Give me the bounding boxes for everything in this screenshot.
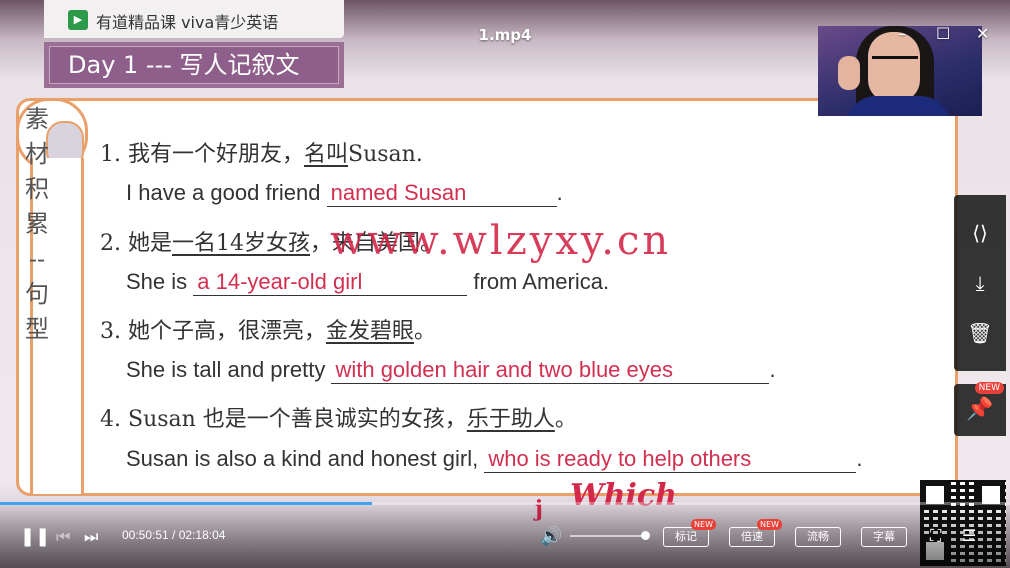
close-icon[interactable]: ✕ <box>976 24 989 43</box>
time-display: 00:50:51 / 02:18:04 <box>122 528 225 542</box>
sentence-text: She is tall and pretty <box>126 357 332 382</box>
previous-icon[interactable]: ⏮ <box>56 527 70 547</box>
quality-button-label: 流畅 <box>807 530 829 543</box>
next-icon[interactable]: ⏭ <box>84 527 98 547</box>
lesson-banner: Day 1 --- 写人记叙文 <box>44 42 344 88</box>
sentence-cn-4: 4. Susan 也是一个善良诚实的女孩，乐于助人。 <box>100 401 577 433</box>
sentence-text: Susan is also a kind and honest girl, <box>126 446 485 471</box>
total-time: 02:18:04 <box>178 528 226 542</box>
item-number: 2. <box>100 231 121 256</box>
vertical-char: 素 <box>25 105 49 133</box>
side-action-panel: ⟨⟩ ⤓ 🗑 <box>954 195 1006 371</box>
speed-button-label: 倍速 <box>741 530 763 543</box>
sentence-en-1: I have a good friend named Susan. <box>126 180 563 207</box>
mark-button[interactable]: 标记 NEW <box>663 519 716 547</box>
sentence-en-2: She is a 14-year-old girl from America. <box>126 269 609 296</box>
sentence-text: 我有一个好朋友， <box>121 142 304 167</box>
playlist-icon[interactable]: ☰ <box>962 526 976 545</box>
fullscreen-icon[interactable]: ⛶ <box>930 526 941 546</box>
sentence-text: . <box>556 180 563 205</box>
answer-blank: who is ready to help others <box>484 446 857 473</box>
progress-bar[interactable] <box>0 502 1010 505</box>
sentence-text: . <box>769 357 776 382</box>
sentence-en-3: She is tall and pretty with golden hair … <box>126 357 776 384</box>
item-number: 4. <box>100 407 121 432</box>
site-watermark: www.wlzyxy.cn <box>330 218 672 264</box>
volume-knob[interactable] <box>641 531 650 540</box>
video-frame[interactable]: ▶ 有道精品课 viva青少英语 Day 1 --- 写人记叙文 素 材 积 累… <box>0 0 1010 568</box>
sentence-cn-1: 1. 我有一个好朋友，名叫Susan. <box>100 136 423 168</box>
quality-button[interactable]: 流畅 <box>795 527 841 547</box>
volume-slider[interactable] <box>570 531 650 540</box>
progress-fill <box>0 502 372 505</box>
current-time: 00:50:51 <box>122 528 169 542</box>
volume-icon[interactable]: 🔊 <box>540 526 562 547</box>
share-icon[interactable]: ⟨⟩ <box>954 211 1006 255</box>
minimize-icon[interactable]: – <box>898 24 906 43</box>
vertical-char: 积 <box>25 175 49 203</box>
vertical-char: 型 <box>25 315 49 343</box>
sentence-cn-3: 3. 她个子高，很漂亮，金发碧眼。 <box>100 313 436 345</box>
sentence-text: 她个子高，很漂亮， <box>121 319 326 344</box>
sentence-text: Susan 也是一个善良诚实的女孩， <box>121 407 467 432</box>
sentence-text: 。 <box>414 319 437 344</box>
new-badge: NEW <box>974 382 1004 394</box>
subtitle-button[interactable]: 字幕 <box>861 527 907 547</box>
answer-blank: with golden hair and two blue eyes <box>331 357 770 384</box>
video-filename: 1.mp4 <box>478 26 532 44</box>
lesson-title: Day 1 --- 写人记叙文 <box>49 46 339 84</box>
key-phrase: 一名14岁女孩 <box>172 231 310 256</box>
sentence-text: . <box>856 446 863 471</box>
new-badge: NEW <box>757 519 782 530</box>
sentence-text: She is <box>126 269 194 294</box>
key-phrase: 名叫 <box>304 142 349 167</box>
sentence-text: Susan. <box>348 142 423 167</box>
speed-button[interactable]: 倍速 NEW <box>729 519 782 547</box>
delete-icon[interactable]: 🗑 <box>954 311 1006 355</box>
sentence-text: I have a good friend <box>126 180 327 205</box>
subtitle-button-label: 字幕 <box>873 530 895 543</box>
key-phrase: 金发碧眼 <box>326 319 415 344</box>
answer-blank: named Susan <box>326 180 557 207</box>
new-badge: NEW <box>691 519 716 530</box>
vertical-char: 句 <box>25 280 49 308</box>
sentence-en-4: Susan is also a kind and honest girl, wh… <box>126 446 862 473</box>
item-number: 3. <box>100 319 121 344</box>
download-icon[interactable]: ⤓ <box>954 261 1006 305</box>
vertical-char: 累 <box>25 210 49 238</box>
section-label-vertical: 素 材 积 累 -- 句 型 <box>22 102 52 347</box>
maximize-icon[interactable]: ☐ <box>936 24 950 43</box>
pause-icon[interactable]: ❚❚ <box>20 526 50 547</box>
vertical-char: -- <box>28 245 46 273</box>
answer-blank: a 14-year-old girl <box>193 269 468 296</box>
key-phrase: 乐于助人 <box>466 407 555 432</box>
item-number: 1. <box>100 142 121 167</box>
pin-icon[interactable]: 📌 NEW <box>954 382 1006 436</box>
mark-button-label: 标记 <box>675 530 697 543</box>
sentence-text: 。 <box>554 407 577 432</box>
time-separator: / <box>168 528 179 542</box>
sentence-text: 她是 <box>121 231 172 256</box>
vertical-char: 材 <box>25 140 49 168</box>
sentence-text: from America. <box>467 269 610 294</box>
